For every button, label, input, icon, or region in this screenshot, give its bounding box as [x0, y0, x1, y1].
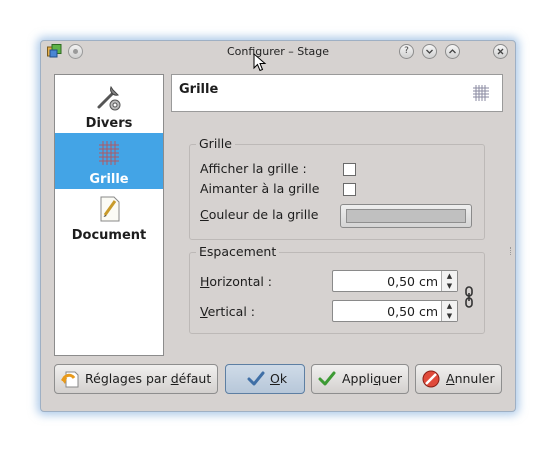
color-swatch [346, 209, 466, 223]
sidebar-item-grille[interactable]: Grille [55, 133, 163, 189]
document-pen-icon [100, 196, 120, 222]
cancel-icon [422, 370, 440, 388]
spacing-group: Espacement Horizontal : 0,50 cm ▲ ▼ Verti… [189, 244, 485, 334]
checkmark-icon [318, 371, 336, 386]
vertical-label: Vertical : [200, 304, 255, 319]
config-dialog: Configurer – Stage ? Divers Grille Docum… [40, 40, 516, 412]
horizontal-spinbox[interactable]: 0,50 cm ▲ ▼ [332, 270, 458, 292]
help-button[interactable]: ? [399, 44, 414, 59]
checkmark-icon [247, 371, 265, 386]
vertical-spinbox[interactable]: 0,50 cm ▲ ▼ [332, 300, 458, 322]
page-header: Grille [171, 74, 503, 112]
chain-link-icon[interactable] [464, 286, 474, 308]
sidebar-item-divers[interactable]: Divers [55, 77, 163, 133]
cancel-label: Annuler [446, 371, 495, 386]
sidebar-item-label: Grille [89, 172, 129, 187]
vertical-value: 0,50 cm [387, 304, 438, 319]
grid-color-button[interactable] [340, 204, 472, 228]
horizontal-label: Horizontal : [200, 274, 273, 289]
close-icon [497, 48, 504, 55]
spin-arrows[interactable]: ▲ ▼ [441, 271, 457, 291]
grid-icon [99, 141, 119, 165]
sidebar-item-document[interactable]: Document [55, 189, 163, 245]
splitter-handle[interactable] [510, 247, 513, 255]
category-sidebar: Divers Grille Document [54, 74, 164, 356]
grid-color-label: Couleur de la grille [200, 207, 319, 222]
sidebar-item-label: Document [71, 228, 147, 243]
cancel-button[interactable]: Annuler [415, 364, 502, 394]
group-title: Grille [196, 136, 235, 151]
spin-down-icon[interactable]: ▼ [442, 281, 457, 291]
defaults-button[interactable]: Réglages par défaut [54, 364, 218, 394]
maximize-button[interactable] [445, 44, 460, 59]
spin-down-icon[interactable]: ▼ [442, 311, 457, 321]
show-grid-checkbox[interactable] [343, 163, 356, 176]
tools-icon [97, 85, 121, 111]
minimize-button[interactable] [422, 44, 437, 59]
snap-grid-label: Aimanter à la grille [200, 181, 320, 196]
defaults-label: Réglages par défaut [85, 371, 212, 386]
spin-arrows[interactable]: ▲ ▼ [441, 301, 457, 321]
horizontal-value: 0,50 cm [387, 274, 438, 289]
spin-up-icon[interactable]: ▲ [442, 271, 457, 281]
mouse-cursor-icon [253, 53, 267, 72]
ok-label: Ok [270, 371, 288, 386]
chevron-down-icon [426, 49, 433, 54]
snap-grid-checkbox[interactable] [343, 183, 356, 196]
sidebar-item-label: Divers [85, 116, 133, 131]
undo-document-icon [61, 371, 79, 388]
close-button[interactable] [493, 44, 508, 59]
apply-button[interactable]: Appliquer [311, 364, 409, 394]
titlebar[interactable]: Configurer – Stage ? [41, 41, 515, 63]
apply-label: Appliquer [342, 371, 403, 386]
grid-icon [473, 85, 489, 101]
ok-button[interactable]: Ok [225, 364, 305, 394]
show-grid-label: Afficher la grille : [200, 161, 307, 176]
group-title: Espacement [196, 244, 280, 259]
spin-up-icon[interactable]: ▲ [442, 301, 457, 311]
grid-settings-group: Grille Afficher la grille : Aimanter à l… [189, 136, 485, 240]
page-title: Grille [179, 82, 219, 97]
chevron-up-icon [449, 49, 456, 54]
window-title: Configurer – Stage [226, 45, 330, 58]
